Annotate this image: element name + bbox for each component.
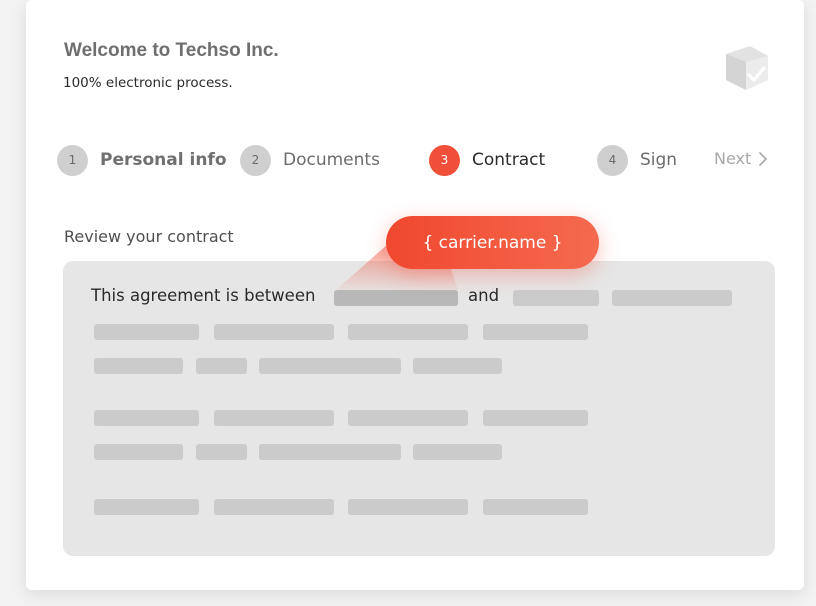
text-placeholder <box>94 324 199 340</box>
text-placeholder <box>94 358 183 374</box>
text-placeholder <box>94 444 183 460</box>
step-number: 2 <box>240 144 271 176</box>
next-button[interactable]: Next <box>714 149 768 168</box>
text-placeholder <box>348 324 468 340</box>
step-label: Documents <box>283 150 380 170</box>
page-subtitle: 100% electronic process. <box>63 75 233 91</box>
step-label: Sign <box>640 150 678 170</box>
step-personal-info[interactable]: 1 Personal info <box>57 144 227 176</box>
text-placeholder <box>259 358 401 374</box>
contract-intro-text: This agreement is between <box>91 286 316 305</box>
text-placeholder <box>513 290 599 306</box>
text-placeholder <box>413 444 502 460</box>
text-placeholder <box>483 499 588 515</box>
text-placeholder <box>94 410 199 426</box>
text-placeholder <box>196 358 247 374</box>
page-title: Welcome to Techso Inc. <box>64 40 279 61</box>
contract-and-text: and <box>468 286 500 305</box>
text-placeholder <box>348 410 468 426</box>
step-contract[interactable]: 3 Contract <box>429 144 545 176</box>
step-number: 4 <box>597 144 628 176</box>
carrier-name-tooltip: { carrier.name } <box>386 216 599 269</box>
text-placeholder <box>214 324 334 340</box>
step-documents[interactable]: 2 Documents <box>240 144 380 176</box>
chevron-right-icon <box>759 151 768 166</box>
text-placeholder <box>483 410 588 426</box>
step-label: Personal info <box>100 150 227 170</box>
text-placeholder <box>483 324 588 340</box>
text-placeholder <box>214 499 334 515</box>
box-check-icon <box>726 46 768 90</box>
step-sign[interactable]: 4 Sign <box>597 144 677 176</box>
text-placeholder <box>196 444 247 460</box>
text-placeholder <box>348 499 468 515</box>
text-placeholder <box>612 290 732 306</box>
text-placeholder <box>94 499 199 515</box>
text-placeholder <box>214 410 334 426</box>
step-number: 3 <box>429 144 460 176</box>
next-label: Next <box>714 149 752 168</box>
carrier-name-placeholder[interactable] <box>334 290 458 306</box>
step-label: Contract <box>472 150 546 170</box>
review-heading: Review your contract <box>64 227 234 246</box>
step-number: 1 <box>57 144 88 176</box>
text-placeholder <box>413 358 502 374</box>
text-placeholder <box>259 444 401 460</box>
